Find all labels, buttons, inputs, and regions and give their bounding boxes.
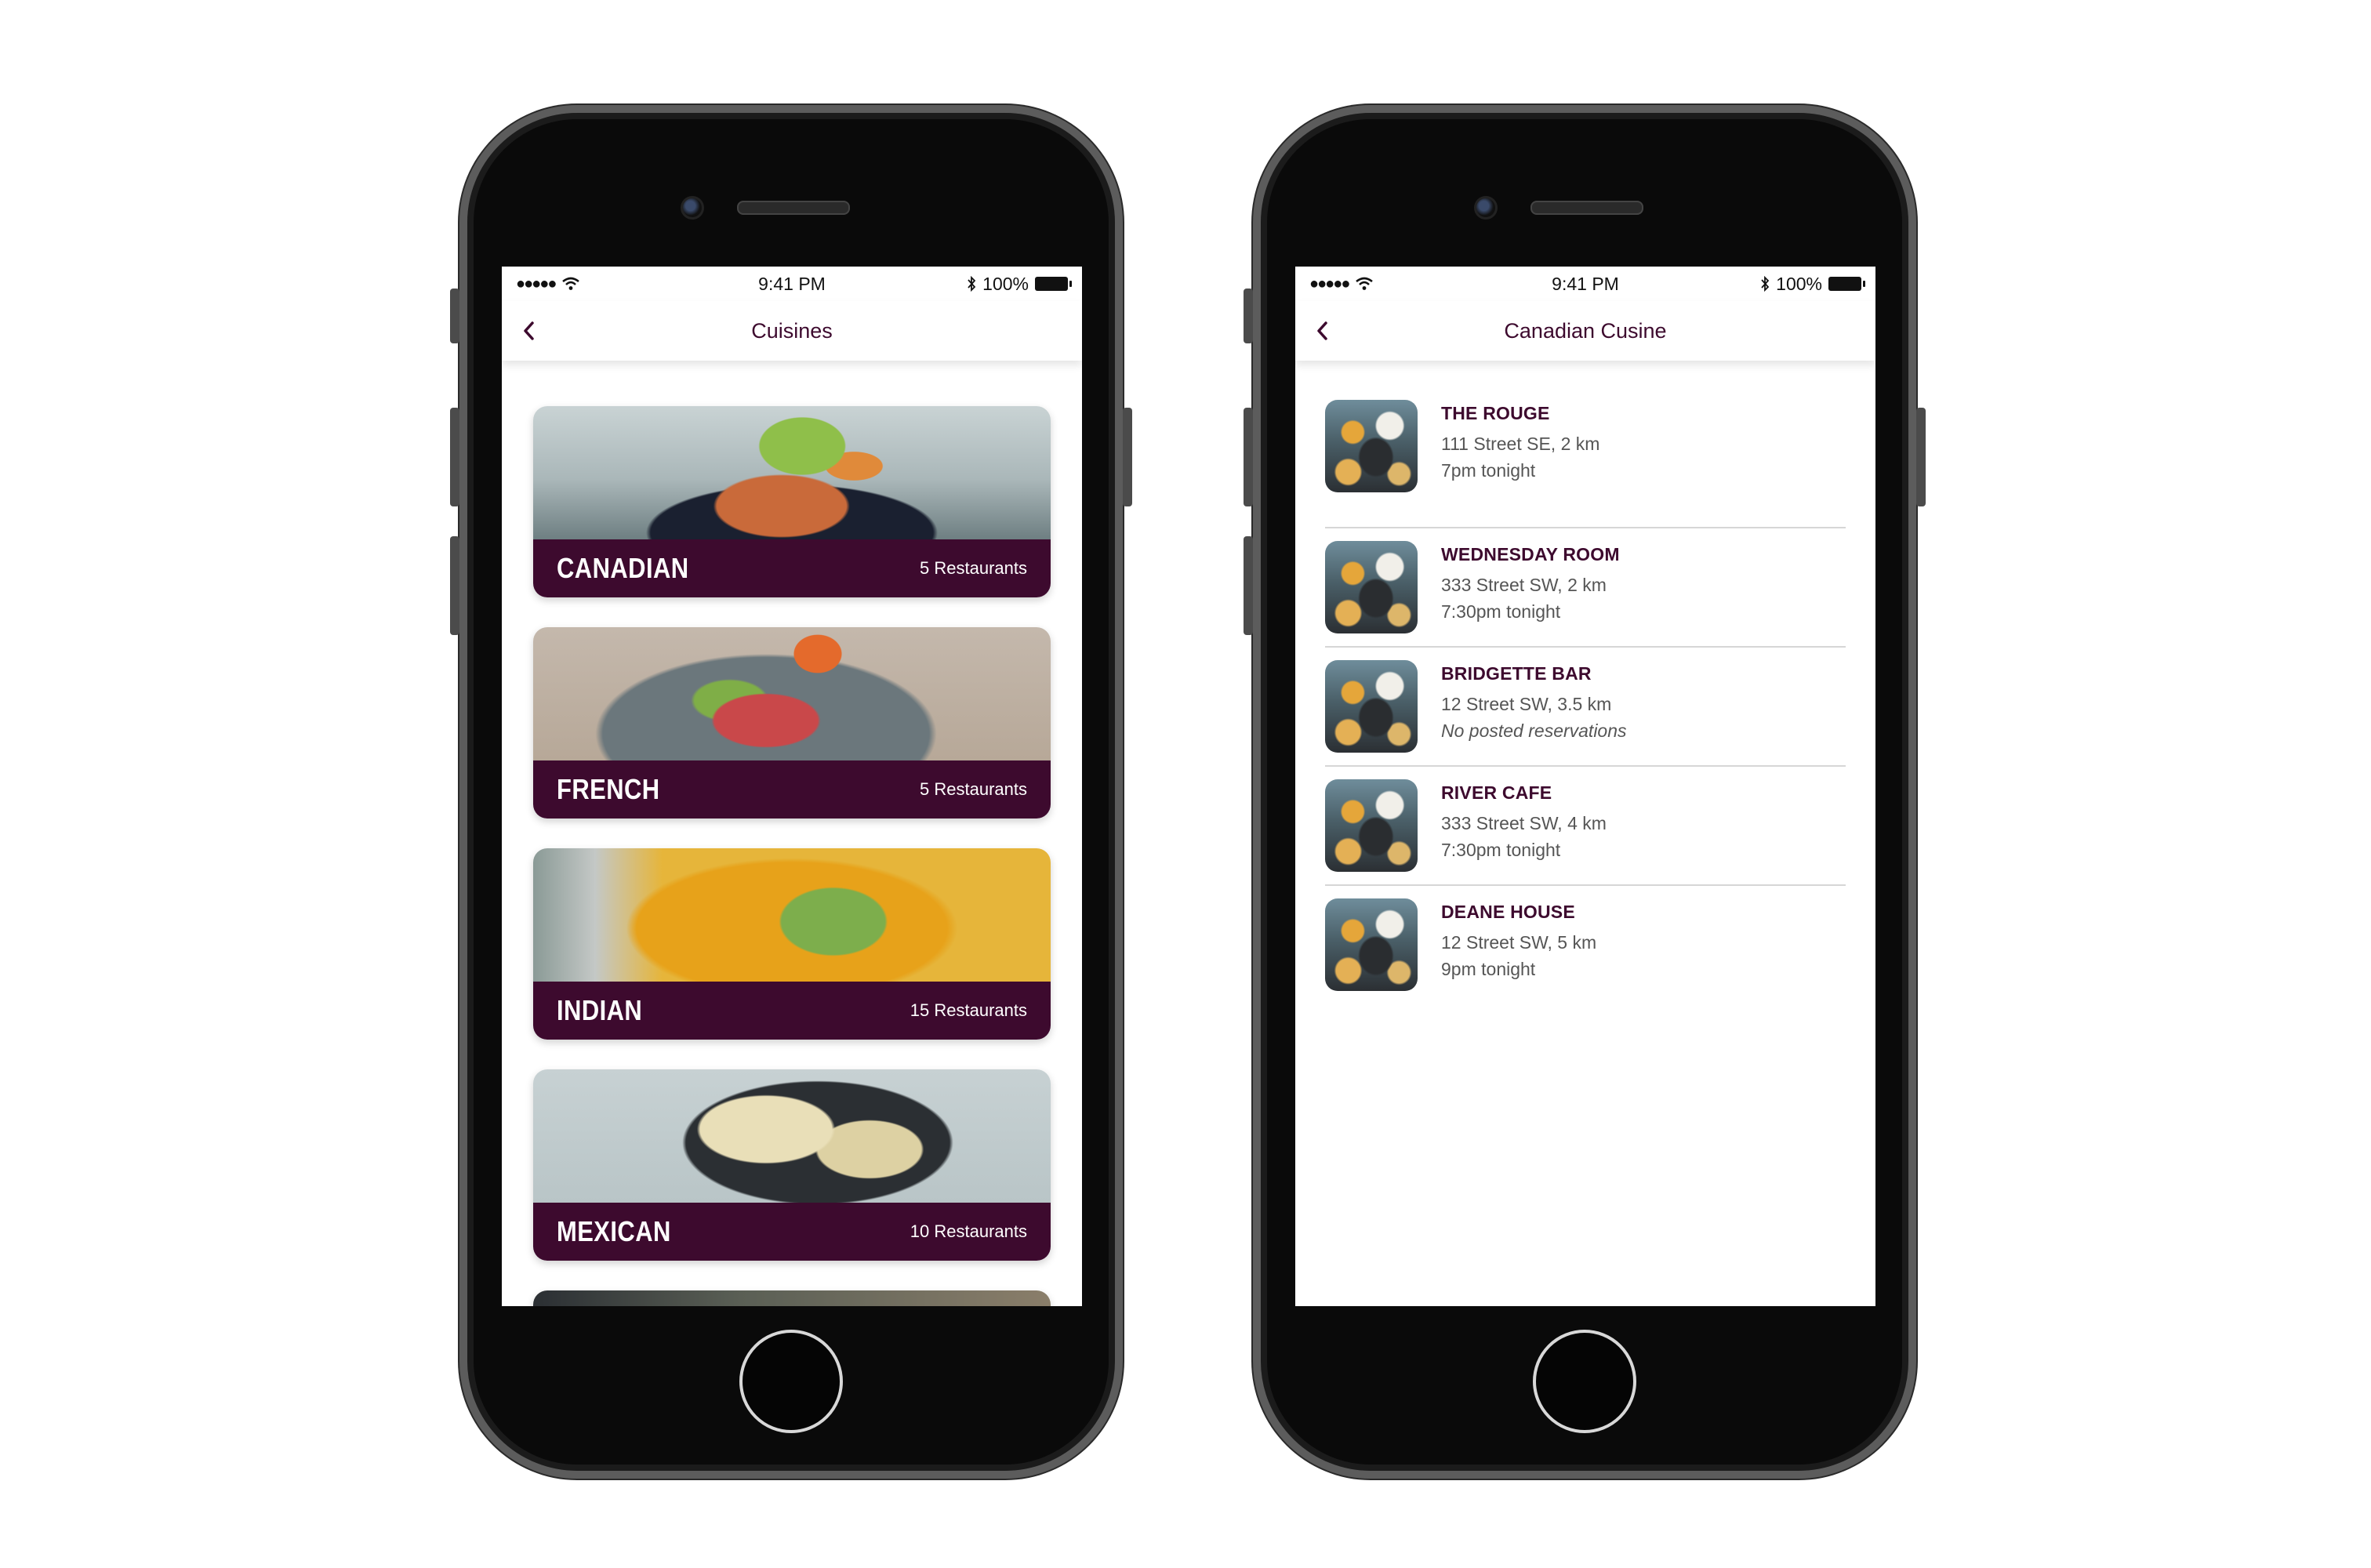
restaurant-reservation-time: No posted reservations <box>1441 720 1627 741</box>
cuisine-image <box>533 1290 1051 1306</box>
cuisines-screen: ●●●●● 9:41 PM 100% Cuisines CANADIAN 5 R… <box>502 267 1082 1306</box>
power-button <box>1916 408 1926 506</box>
page-title: Cuisines <box>751 318 833 343</box>
restaurant-address: 111 Street SE, 2 km <box>1441 434 1600 454</box>
battery-icon <box>1035 277 1072 291</box>
restaurant-name: RIVER CAFE <box>1441 782 1552 803</box>
restaurant-info: BRIDGETTE BAR 12 Street SW, 3.5 km No po… <box>1441 660 1627 744</box>
home-button[interactable] <box>739 1330 843 1433</box>
restaurant-name: BRIDGETTE BAR <box>1441 663 1592 684</box>
cuisine-card-bar: INDIAN 15 Restaurants <box>533 982 1051 1040</box>
back-chevron-icon[interactable] <box>517 317 541 345</box>
restaurant-name: THE ROUGE <box>1441 403 1550 423</box>
power-button <box>1123 408 1132 506</box>
volume-up-button <box>450 408 459 506</box>
cuisine-list: CANADIAN 5 Restaurants FRENCH 5 Restaura… <box>502 361 1082 1306</box>
bluetooth-icon <box>1761 276 1770 292</box>
signal-strength: ●●●●● <box>516 274 557 292</box>
back-chevron-icon[interactable] <box>1311 317 1334 345</box>
restaurant-address: 12 Street SW, 5 km <box>1441 932 1597 953</box>
status-right: 100% <box>1760 273 1865 295</box>
volume-down-button <box>450 536 459 635</box>
cuisine-card-mexican[interactable]: MEXICAN 10 Restaurants <box>533 1069 1051 1261</box>
status-left: ●●●●● <box>516 275 580 293</box>
wifi-icon <box>562 277 580 290</box>
page-title: Canadian Cusine <box>1504 318 1667 343</box>
home-button[interactable] <box>1533 1330 1636 1433</box>
cuisine-image <box>533 1069 1051 1203</box>
status-right: 100% <box>967 273 1072 295</box>
cuisine-name: CANADIAN <box>557 552 689 584</box>
battery-percent: 100% <box>982 273 1029 294</box>
restaurant-item-deane-house[interactable]: DEANE HOUSE 12 Street SW, 5 km 9pm tonig… <box>1325 886 1846 1005</box>
restaurant-info: DEANE HOUSE 12 Street SW, 5 km 9pm tonig… <box>1441 898 1596 982</box>
battery-percent: 100% <box>1776 273 1822 294</box>
signal-strength: ●●●●● <box>1309 274 1350 292</box>
cuisine-card-indian[interactable]: INDIAN 15 Restaurants <box>533 848 1051 1040</box>
restaurant-info: THE ROUGE 111 Street SE, 2 km 7pm tonigh… <box>1441 400 1599 484</box>
restaurant-reservation-time: 7pm tonight <box>1441 460 1536 481</box>
restaurant-list: THE ROUGE 111 Street SE, 2 km 7pm tonigh… <box>1295 361 1875 1005</box>
restaurant-reservation-time: 7:30pm tonight <box>1441 601 1561 622</box>
restaurant-thumbnail <box>1325 541 1418 633</box>
cuisine-name: FRENCH <box>557 773 660 805</box>
restaurant-count: 5 Restaurants <box>920 779 1027 799</box>
cuisine-card-french[interactable]: FRENCH 5 Restaurants <box>533 627 1051 818</box>
restaurants-screen: ●●●●● 9:41 PM 100% Canadian Cusine THE R… <box>1295 267 1875 1306</box>
restaurant-thumbnail <box>1325 779 1418 872</box>
cuisine-card-bar: MEXICAN 10 Restaurants <box>533 1203 1051 1261</box>
bluetooth-icon <box>968 276 976 292</box>
earpiece-speaker <box>1530 201 1643 215</box>
cuisine-image <box>533 627 1051 760</box>
restaurant-address: 333 Street SW, 4 km <box>1441 813 1607 833</box>
cuisine-image <box>533 848 1051 982</box>
cuisine-card-bar: CANADIAN 5 Restaurants <box>533 539 1051 597</box>
status-bar: ●●●●● 9:41 PM 100% <box>502 267 1082 301</box>
restaurant-reservation-time: 7:30pm tonight <box>1441 840 1561 860</box>
restaurant-name: WEDNESDAY ROOM <box>1441 544 1620 564</box>
cuisine-card-canadian[interactable]: CANADIAN 5 Restaurants <box>533 406 1051 597</box>
restaurant-reservation-time: 9pm tonight <box>1441 959 1536 979</box>
restaurant-item-wednesday-room[interactable]: WEDNESDAY ROOM 333 Street SW, 2 km 7:30p… <box>1325 528 1846 648</box>
cuisine-card-bar: FRENCH 5 Restaurants <box>533 760 1051 818</box>
earpiece-speaker <box>737 201 850 215</box>
restaurant-count: 10 Restaurants <box>910 1221 1027 1241</box>
front-camera <box>681 196 704 220</box>
restaurant-item-river-cafe[interactable]: RIVER CAFE 333 Street SW, 4 km 7:30pm to… <box>1325 767 1846 886</box>
nav-bar: Canadian Cusine <box>1295 301 1875 361</box>
status-bar: ●●●●● 9:41 PM 100% <box>1295 267 1875 301</box>
nav-bar: Cuisines <box>502 301 1082 361</box>
restaurant-name: DEANE HOUSE <box>1441 902 1575 922</box>
cuisine-image <box>533 406 1051 539</box>
status-left: ●●●●● <box>1309 275 1374 293</box>
phone-left: ●●●●● 9:41 PM 100% Cuisines CANADIAN 5 R… <box>450 105 1132 1479</box>
cuisine-name: INDIAN <box>557 994 643 1026</box>
restaurant-address: 12 Street SW, 3.5 km <box>1441 694 1612 714</box>
wifi-icon <box>1356 277 1374 290</box>
restaurant-thumbnail <box>1325 660 1418 753</box>
cuisine-name: MEXICAN <box>557 1215 671 1247</box>
restaurant-count: 5 Restaurants <box>920 558 1027 578</box>
restaurant-item-the-rouge[interactable]: THE ROUGE 111 Street SE, 2 km 7pm tonigh… <box>1325 398 1846 528</box>
mockup-stage: ●●●●● 9:41 PM 100% Cuisines CANADIAN 5 R… <box>0 0 2371 1568</box>
restaurant-item-bridgette-bar[interactable]: BRIDGETTE BAR 12 Street SW, 3.5 km No po… <box>1325 648 1846 767</box>
battery-icon <box>1828 277 1865 291</box>
volume-up-button <box>1244 408 1253 506</box>
cuisine-card-partial[interactable] <box>533 1290 1051 1306</box>
restaurant-info: WEDNESDAY ROOM 333 Street SW, 2 km 7:30p… <box>1441 541 1620 625</box>
restaurant-info: RIVER CAFE 333 Street SW, 4 km 7:30pm to… <box>1441 779 1607 863</box>
restaurant-address: 333 Street SW, 2 km <box>1441 575 1607 595</box>
phone-right: ●●●●● 9:41 PM 100% Canadian Cusine THE R… <box>1244 105 1926 1479</box>
mute-switch <box>450 289 459 343</box>
restaurant-thumbnail <box>1325 898 1418 991</box>
restaurant-thumbnail <box>1325 400 1418 492</box>
restaurant-count: 15 Restaurants <box>910 1000 1027 1020</box>
volume-down-button <box>1244 536 1253 635</box>
front-camera <box>1474 196 1498 220</box>
mute-switch <box>1244 289 1253 343</box>
